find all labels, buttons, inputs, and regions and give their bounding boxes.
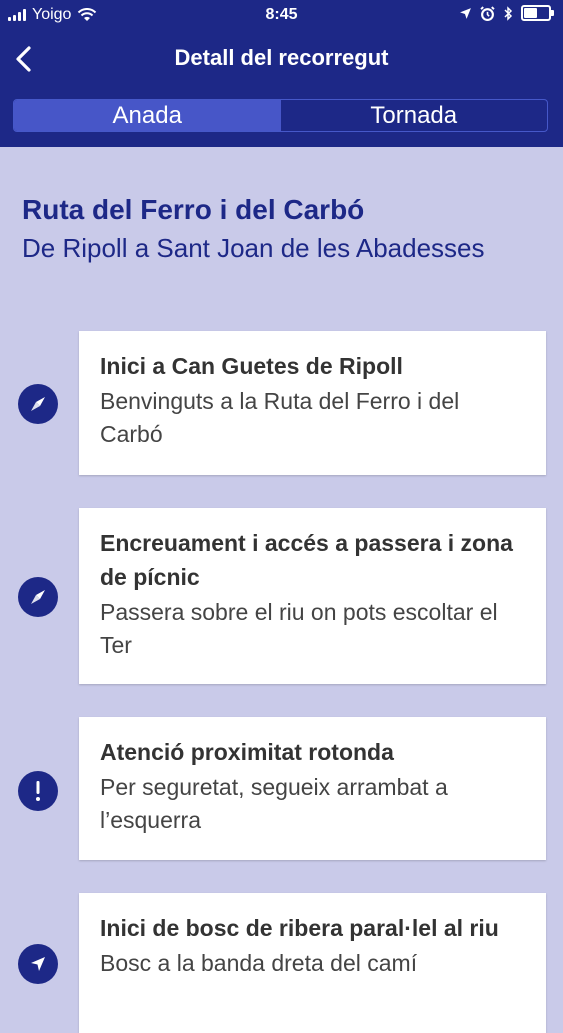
location-icon — [460, 7, 471, 19]
route-subtitle: De Ripoll a Sant Joan de les Abadesses — [22, 233, 485, 263]
step-description: Passera sobre el riu on pots escoltar el… — [100, 599, 498, 658]
tab-tornada[interactable]: Tornada — [281, 100, 548, 131]
bluetooth-icon — [504, 5, 513, 21]
step-title: Inici de bosc de ribera paral·lel al riu — [100, 915, 499, 941]
direction-segmented-control: Anada Tornada — [13, 99, 548, 132]
step-title: Inici a Can Guetes de Ripoll — [100, 353, 403, 379]
step-card-4[interactable]: Inici de bosc de ribera paral·lel al riu… — [79, 893, 546, 1033]
step-card-3[interactable]: Atenció proximitat rotonda Per seguretat… — [79, 717, 546, 860]
alarm-icon — [480, 5, 495, 21]
page-title: Detall del recorregut — [174, 45, 389, 70]
step-card-1[interactable]: Inici a Can Guetes de Ripoll Benvinguts … — [79, 331, 546, 475]
step-description: Per seguretat, segueix arrambat a l’esqu… — [100, 774, 448, 833]
route-title: Ruta del Ferro i del Carbó — [22, 194, 365, 225]
battery-icon — [521, 5, 554, 21]
step-description: Benvinguts a la Ruta del Ferro i del Car… — [100, 388, 460, 447]
header: Yoigo 8:45 Detall del recorregut Anada T… — [0, 0, 563, 147]
step-title: Atenció proximitat rotonda — [100, 739, 394, 765]
step-title: Encreuament i accés a passera i zona de … — [100, 530, 513, 590]
compass-icon — [18, 384, 58, 424]
exclamation-icon — [18, 771, 58, 811]
step-card-2[interactable]: Encreuament i accés a passera i zona de … — [79, 508, 546, 684]
compass-icon — [18, 577, 58, 617]
status-icons — [459, 5, 554, 21]
route-heading: Ruta del Ferro i del Carbó De Ripoll a S… — [22, 192, 542, 266]
tab-anada[interactable]: Anada — [14, 100, 281, 131]
nav-bar: Detall del recorregut — [0, 36, 563, 80]
status-bar: Yoigo 8:45 — [0, 0, 563, 30]
navigation-arrow-icon — [18, 944, 58, 984]
step-description: Bosc a la banda dreta del camí — [100, 950, 418, 976]
